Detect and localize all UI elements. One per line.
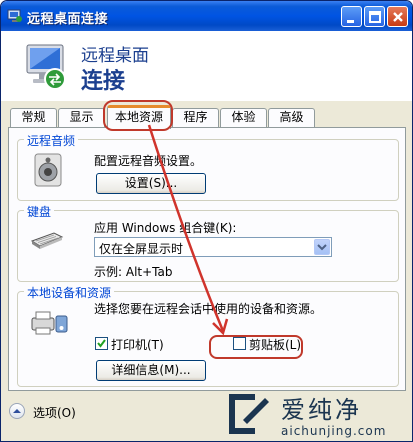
chevron-down-icon[interactable] [314,239,330,255]
tab-experience[interactable]: 体验 [220,108,267,127]
printers-label[interactable]: 打印机(T) [111,336,164,353]
devices-description: 选择您要在远程会话中使用的设备和资源。 [94,302,323,316]
banner-title-line2: 连接 [81,69,126,94]
details-button[interactable]: 详细信息(M)... [96,360,206,381]
watermark-text: 爱纯净 [281,396,362,424]
window-title: 远程桌面连接 [27,12,109,27]
keyboard-icon [30,227,64,251]
tab-programs[interactable]: 程序 [172,108,219,127]
audio-group: 远程音频 配置远程音频设置。 设置(S)... [17,132,399,201]
banner: 远程桌面 连接 [1,31,412,101]
maximize-icon [369,11,381,23]
watermark-logo-icon [225,390,273,438]
keyboard-combo-value: 仅在全屏显示时 [99,242,184,256]
remote-desktop-window: 远程桌面连接 远程桌面 连接 常规 显示 本地资源 程序 体验 高级 远程音频 … [0,0,413,442]
chevron-up-icon[interactable] [9,403,25,419]
title-bar[interactable]: 远程桌面连接 [1,1,412,31]
minimize-button[interactable] [341,6,362,27]
watermark: 爱纯净 aichunjing.com [221,386,412,441]
clipboard-highlight-circle [209,335,303,359]
tab-general[interactable]: 常规 [10,108,57,127]
close-icon [393,12,403,22]
audio-group-title: 远程音频 [24,132,79,149]
keyboard-example: 示例: Alt+Tab [94,265,173,279]
watermark-url: aichunjing.com [281,424,387,438]
keyboard-combo-select[interactable]: 仅在全屏显示时 [94,237,332,257]
maximize-button[interactable] [364,6,385,27]
devices-icon [30,306,70,338]
keyboard-group: 键盘 应用 Windows 组合键(K): 仅在全屏显示时 示例: Alt+Ta… [17,203,399,282]
tab-advanced[interactable]: 高级 [268,108,315,127]
local-resources-panel: 远程音频 配置远程音频设置。 设置(S)... 键盘 应用 Windows 组合… [8,127,406,391]
devices-group: 本地设备和资源 选择您要在远程会话中使用的设备和资源。 打印机(T) 剪贴板(L… [17,284,399,387]
speaker-icon [32,152,64,188]
keyboard-apply-label: 应用 Windows 组合键(K): [94,221,237,235]
printers-checkbox[interactable] [95,337,108,350]
audio-settings-button[interactable]: 设置(S)... [96,173,206,194]
minimize-icon [347,20,354,23]
options-label[interactable]: 选项(O) [33,404,76,421]
audio-description: 配置远程音频设置。 [94,154,203,168]
close-button[interactable] [387,6,408,27]
remote-desktop-icon [7,8,23,24]
keyboard-group-title: 键盘 [24,203,55,220]
remote-desktop-logo-icon [15,39,71,95]
devices-group-title: 本地设备和资源 [24,284,115,301]
tab-display[interactable]: 显示 [58,108,105,127]
tab-highlight-circle [103,100,173,131]
